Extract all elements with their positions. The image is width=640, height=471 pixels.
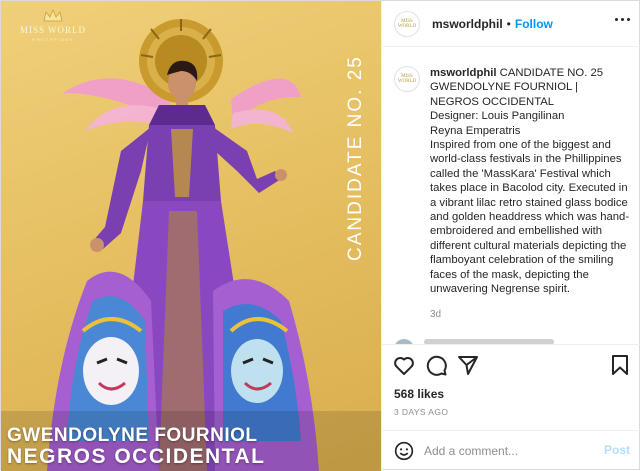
caption-text: msworldphil CANDIDATE NO. 25 GWENDOLYNE … [430,66,630,297]
caption-timestamp[interactable]: 3d [430,309,630,320]
avatar[interactable]: MISS WORLD [394,66,420,92]
next-comment-preview [394,337,630,344]
caption-line-5: Inspired from one of the biggest and wor… [430,139,630,296]
caption-comment: MISS WORLD msworldphil CANDIDATE NO. 25 … [394,66,630,297]
likes-count[interactable]: 568 likes [394,387,444,401]
avatar-logo-text: MISS WORLD [397,74,417,84]
smiley-icon[interactable] [394,441,414,461]
bookmark-icon[interactable] [608,353,632,377]
post-date[interactable]: 3 DAYS AGO [394,407,448,417]
miss-world-logo: MISS WORLD PHILIPPINES [9,9,97,42]
photo-caption-name: GWENDOLYNE FOURNIOL [7,425,258,446]
gown-photo-illustration [1,19,381,471]
caption-line-2: GWENDOLYNE FOURNIOL | NEGROS OCCIDENTAL [430,81,578,108]
post-side-panel: MISS WORLD msworldphil • Follow MISS WOR… [381,1,640,471]
comment-icon[interactable] [424,353,448,377]
caption-line-1: CANDIDATE NO. 25 [499,67,604,79]
comment-composer: Post [382,430,640,470]
photo-caption-place: NEGROS OCCIDENTAL [7,445,266,468]
avatar-logo-text: MISS WORLD [397,18,417,29]
post-header: MISS WORLD msworldphil • Follow [382,1,640,47]
crown-icon [43,9,63,22]
brand-name: MISS WORLD [19,25,87,35]
heart-icon[interactable] [392,353,416,377]
share-icon[interactable] [456,353,480,377]
instagram-post: MISS WORLD PHILIPPINES CANDIDATE NO. 25 … [0,0,640,471]
caption-username[interactable]: msworldphil [430,67,497,79]
caption-line-4: Reyna Emperatris [430,124,521,137]
header-username[interactable]: msworldphil [432,17,503,31]
candidate-number-label: CANDIDATE NO. 25 [345,55,366,261]
action-bar [382,344,640,384]
comment-input[interactable] [424,440,594,462]
follow-button[interactable]: Follow [515,17,553,31]
post-comment-button[interactable]: Post [604,443,630,457]
separator-dot: • [506,16,511,31]
caption-line-3: Designer: Louis Pangilinan [430,110,565,123]
more-horizontal-icon[interactable] [615,18,630,21]
comments-section[interactable]: MISS WORLD msworldphil CANDIDATE NO. 25 … [382,48,640,344]
avatar[interactable]: MISS WORLD [394,10,420,37]
post-photo[interactable]: MISS WORLD PHILIPPINES CANDIDATE NO. 25 … [1,1,381,471]
brand-subtitle: PHILIPPINES [32,37,74,42]
